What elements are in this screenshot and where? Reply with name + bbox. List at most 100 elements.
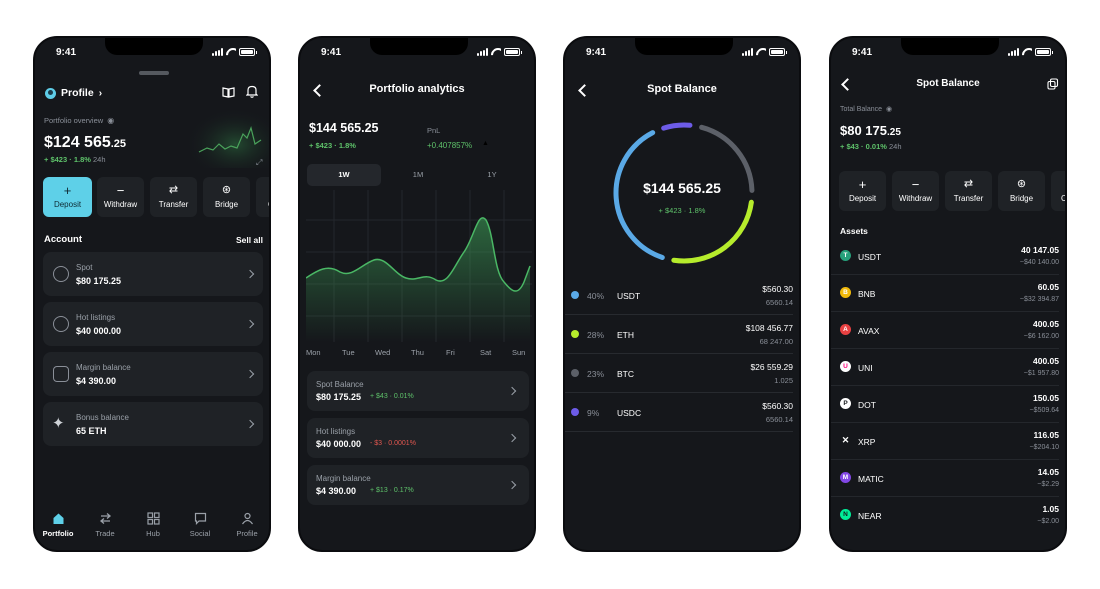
signal-icon [477, 48, 488, 56]
asset-row[interactable]: U UNI 400.05 ~$1 957.80 [831, 349, 1059, 386]
donut-change: + $423 · 1.8% [658, 206, 706, 215]
account-value: $80 175.25 [76, 276, 122, 286]
balance-change: + $423 · 1.8% [44, 155, 91, 164]
holding-name: USDT [617, 291, 641, 301]
holding-value: $108 456.77 [745, 323, 793, 333]
asset-name: MATIC [858, 474, 884, 484]
withdraw-button[interactable]: − Withdraw [892, 171, 939, 211]
sell-all-link[interactable]: Sell all [236, 235, 263, 245]
holding-pct: 28% [587, 330, 605, 340]
holding-amount: 1.025 [774, 376, 793, 385]
pnl-value: +0.407857% [427, 141, 473, 150]
row-label: Spot Balance [316, 380, 364, 389]
account-card-hot-listings[interactable]: Hot listings $40 000.00 [43, 302, 263, 346]
holding-name: BTC [617, 369, 634, 379]
expand-icon[interactable]: ⤢ [256, 158, 262, 168]
row-delta: + $43 · 0.01% [370, 393, 414, 400]
drag-handle[interactable] [139, 71, 169, 75]
holding-row[interactable]: 40% USDT $560.30 6560.14 [565, 276, 793, 315]
status-bar: 9:41 [35, 46, 269, 60]
holding-pct: 9% [587, 408, 600, 418]
holding-row[interactable]: 23% BTC $26 559.29 1.025 [565, 354, 793, 393]
holding-value: $560.30 [762, 401, 793, 411]
signal-icon [742, 48, 753, 56]
analytics-chart [306, 190, 532, 342]
holding-value: $560.30 [762, 284, 793, 294]
asset-row[interactable]: A AVAX 400.05 ~$6 162.00 [831, 312, 1059, 349]
eye-icon[interactable]: ◉ [107, 116, 114, 125]
status-bar: 9:41 [831, 46, 1065, 60]
phone-analytics: 9:41 Portfolio analytics $144 565.25 + $… [298, 36, 536, 552]
row-label: Hot listings [316, 427, 356, 436]
status-time: 9:41 [586, 47, 607, 58]
minus-icon: − [116, 183, 125, 198]
row-value: $40 000.00 [316, 439, 362, 449]
asset-row[interactable]: T USDT 40 147.05 ~$40 140.00 [831, 238, 1059, 275]
wifi-icon [756, 48, 766, 56]
deposit-button[interactable]: + Deposit [43, 177, 92, 217]
analytics-row-spot[interactable]: Spot Balance $80 175.25 + $43 · 0.01% [307, 371, 529, 411]
day-label: Sat [480, 348, 492, 357]
wifi-icon [491, 48, 501, 56]
bridge-button[interactable]: ⊛ Bridge [998, 171, 1045, 211]
holdings-list: 40% USDT $560.30 6560.14 28% ETH $108 45… [565, 276, 799, 436]
holding-pct: 23% [587, 369, 605, 379]
more-action-button[interactable]: C [1051, 171, 1065, 211]
account-card-margin[interactable]: Margin balance $4 390.00 [43, 352, 263, 396]
transfer-button[interactable]: ⇄ Transfer [945, 171, 992, 211]
bridge-button[interactable]: ⊛ Bridge [203, 177, 250, 217]
spot-total-balance: $80 175.25 [840, 123, 901, 138]
action-tiles: + Deposit − Withdraw ⇄ Transfer ⊛ Bridge… [43, 177, 269, 217]
account-value: 65 ETH [76, 426, 107, 436]
transfer-button[interactable]: ⇄ Transfer [150, 177, 197, 217]
wifi-icon [1022, 48, 1032, 56]
asset-row[interactable]: M MATIC 14.05 ~$2.29 [831, 460, 1059, 497]
withdraw-button[interactable]: − Withdraw [97, 177, 144, 217]
nav-portfolio[interactable]: Portfolio [38, 512, 78, 538]
overview-label: Portfolio overview [44, 116, 104, 125]
day-label: Sun [512, 348, 526, 357]
account-card-spot[interactable]: Spot $80 175.25 [43, 252, 263, 296]
profile-button[interactable]: Profile › [45, 86, 102, 100]
eye-icon[interactable]: ◉ [886, 105, 892, 113]
asset-row[interactable]: B BNB 60.05 ~$32 394.87 [831, 275, 1059, 312]
status-bar: 9:41 [300, 46, 534, 60]
account-card-bonus[interactable]: ✦ Bonus balance 65 ETH [43, 402, 263, 446]
asset-value: ~$6 162.00 [1023, 333, 1059, 340]
nav-hub[interactable]: Hub [133, 512, 173, 538]
holding-row[interactable]: 9% USDC $560.30 6560.14 [565, 393, 793, 432]
deposit-button[interactable]: + Deposit [839, 171, 886, 211]
smile-icon [53, 316, 69, 332]
timeframe-tabs: 1W 1M 1Y [307, 164, 531, 186]
asset-row[interactable]: P DOT 150.05 ~$509.64 [831, 386, 1059, 423]
asset-row[interactable]: N NEAR 1.05 ~$2.00 [831, 497, 1059, 534]
nav-social[interactable]: Social [180, 512, 220, 538]
tab-1w[interactable]: 1W [307, 164, 381, 186]
account-label: Spot [76, 263, 93, 272]
status-time: 9:41 [56, 47, 77, 58]
analytics-row-margin[interactable]: Margin balance $4 390.00 + $13 · 0.17% [307, 465, 529, 505]
transfer-icon: ⇄ [963, 178, 974, 190]
account-value: $40 000.00 [76, 326, 122, 336]
dot-coin-icon: P [840, 398, 851, 409]
asset-row[interactable]: ✕ XRP 116.05 ~$204.10 [831, 423, 1059, 460]
holding-value: $26 559.29 [750, 362, 793, 372]
user-icon [241, 512, 253, 525]
more-action-button[interactable]: C [256, 177, 269, 217]
account-label: Margin balance [76, 363, 131, 372]
chevron-right-icon [507, 386, 517, 396]
analytics-row-hot-listings[interactable]: Hot listings $40 000.00 - $3 · 0.0001% [307, 418, 529, 458]
copy-icon[interactable] [1047, 78, 1059, 90]
nav-profile[interactable]: Profile [227, 512, 267, 538]
bell-icon[interactable] [246, 85, 258, 98]
tab-1y[interactable]: 1Y [455, 164, 529, 186]
donut-total: $144 565.25 [643, 180, 721, 196]
nav-trade[interactable]: Trade [85, 512, 125, 538]
row-delta: - $3 · 0.0001% [370, 440, 416, 447]
battery-icon [239, 48, 257, 56]
asset-name: XRP [858, 437, 876, 447]
holding-row[interactable]: 28% ETH $108 456.77 68 247.00 [565, 315, 793, 354]
book-icon[interactable] [222, 86, 235, 98]
tab-1m[interactable]: 1M [381, 164, 455, 186]
transfer-icon: ⇄ [168, 184, 179, 196]
